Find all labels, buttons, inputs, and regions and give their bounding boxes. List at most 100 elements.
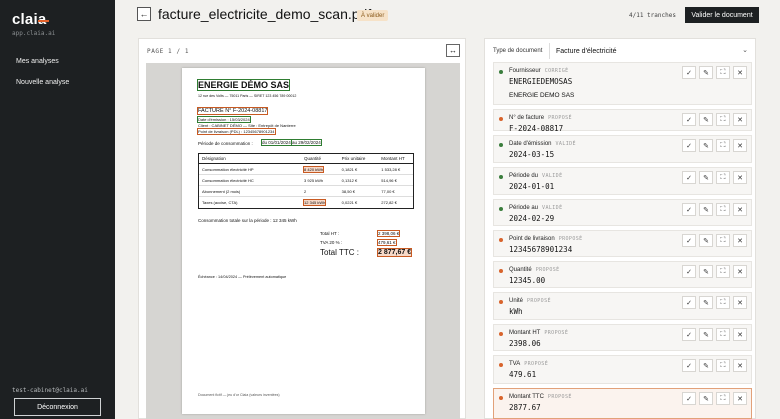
pdf-period-to[interactable]: au 29/02/2024 [291,139,322,146]
pdf-issue-date[interactable]: Date d'émission : 15/03/2024 [197,116,251,123]
pdf-cell: 0,1312 € [341,177,358,183]
field-card[interactable]: N° de facture PROPOSÉ F-2024-08817 ✓ ✎ ⛶ ✕ [493,109,752,133]
table-row: Consommation électricité HC 3 925 kWh 0,… [199,175,413,186]
pdf-canvas[interactable]: ENERGIE DÉMO SAS 12 rue des Volts — 7501… [146,63,460,419]
logout-button[interactable]: Déconnexion [14,398,101,416]
field-status-dot [499,332,503,336]
field-label: Date d'émission [509,141,552,147]
reject-button[interactable]: ✕ [733,359,747,372]
field-card[interactable]: Montant HT PROPOSÉ 2398.06 ✓ ✎ ⛶ ✕ [493,324,752,351]
back-button[interactable]: ← [137,7,151,21]
reject-button[interactable]: ✕ [733,392,747,405]
field-card[interactable]: Date d'émission VALIDÉ 2024-03-15 ✓ ✎ ⛶ ✕ [493,135,752,163]
locate-button[interactable]: ⛶ [716,203,730,216]
locate-button[interactable]: ⛶ [716,234,730,247]
field-card[interactable]: Quantité PROPOSÉ 12345.00 ✓ ✎ ⛶ ✕ [493,261,752,288]
locate-button[interactable]: ⛶ [716,139,730,152]
table-row: Consommation électricité HP 8 420 kWh 0,… [199,164,413,175]
pdf-total-ttc[interactable]: 2 877,67 € [376,248,413,257]
check-icon: ✓ [686,174,692,182]
pdf-page[interactable]: ENERGIE DÉMO SAS 12 rue des Volts — 7501… [182,68,425,414]
reject-button[interactable]: ✕ [733,234,747,247]
accept-button[interactable]: ✓ [682,265,696,278]
sidebar-item-nouvelle-analyse[interactable]: Nouvelle analyse [16,79,69,86]
accept-button[interactable]: ✓ [682,328,696,341]
accept-button[interactable]: ✓ [682,359,696,372]
field-card[interactable]: TVA PROPOSÉ 479.61 ✓ ✎ ⛶ ✕ [493,355,752,384]
pencil-icon: ✎ [703,395,709,403]
reject-button[interactable]: ✕ [733,265,747,278]
accept-button[interactable]: ✓ [682,392,696,405]
accept-button[interactable]: ✓ [682,234,696,247]
field-card[interactable]: Période du VALIDÉ 2024-01-01 ✓ ✎ ⛶ ✕ [493,167,752,195]
reject-button[interactable]: ✕ [733,296,747,309]
edit-button[interactable]: ✎ [699,296,713,309]
accept-button[interactable]: ✓ [682,203,696,216]
reject-button[interactable]: ✕ [733,203,747,216]
reject-button[interactable]: ✕ [733,171,747,184]
close-icon: ✕ [737,237,743,245]
reject-button[interactable]: ✕ [733,66,747,79]
pdf-total-ht[interactable]: 2 398,06 € [376,230,401,237]
pdf-company[interactable]: ENERGIE DÉMO SAS [196,79,291,91]
field-label: Unité [509,298,524,304]
pdf-cell-highlighted[interactable]: 8 420 kWh [303,165,325,173]
field-card[interactable]: Période au VALIDÉ 2024-02-29 ✓ ✎ ⛶ ✕ [493,199,752,226]
field-status-dot [499,300,503,304]
pdf-period-label: Période de consommation : [198,141,253,146]
accept-button[interactable]: ✓ [682,113,696,126]
pdf-tva[interactable]: 479,61 € [377,239,397,246]
doc-type-select[interactable]: Facture d'électricité ⌄ [549,43,752,59]
accept-button[interactable]: ✓ [682,296,696,309]
logo-accent-bar [38,20,49,22]
locate-button[interactable]: ⛶ [716,392,730,405]
check-icon: ✓ [686,237,692,245]
locate-button[interactable]: ⛶ [716,296,730,309]
locate-button[interactable]: ⛶ [716,328,730,341]
field-name: N° de facture PROPOSÉ [509,115,572,121]
reject-button[interactable]: ✕ [733,139,747,152]
check-icon: ✓ [686,268,692,276]
crop-icon: ⛶ [720,173,726,181]
field-card[interactable]: Fournisseur CORRIGÉ ENERGIEDEMOSAS ENERGIE … [493,62,752,105]
accept-button[interactable]: ✓ [682,139,696,152]
reject-button[interactable]: ✕ [733,328,747,341]
edit-button[interactable]: ✎ [699,392,713,405]
reject-button[interactable]: ✕ [733,113,747,126]
locate-button[interactable]: ⛶ [716,66,730,79]
accept-button[interactable]: ✓ [682,66,696,79]
edit-button[interactable]: ✎ [699,203,713,216]
edit-button[interactable]: ✎ [699,359,713,372]
field-card[interactable]: Point de livraison PROPOSÉ 12345678901234 ✓… [493,230,752,257]
field-card[interactable]: Unité PROPOSÉ kWh ✓ ✎ ⛶ ✕ [493,292,752,320]
edit-button[interactable]: ✎ [699,234,713,247]
pdf-delivery-point[interactable]: Point de livraison (PDL) : 1234567890123… [197,128,276,135]
edit-button[interactable]: ✎ [699,171,713,184]
pdf-period-from[interactable]: du 01/01/2024 [261,139,292,146]
edit-button[interactable]: ✎ [699,265,713,278]
locate-button[interactable]: ⛶ [716,171,730,184]
edit-button[interactable]: ✎ [699,113,713,126]
field-state: PROPOSÉ [558,236,583,242]
locate-button[interactable]: ⛶ [716,359,730,372]
arrow-left-icon: ← [139,9,149,19]
validate-document-button[interactable]: Valider le document [685,7,759,23]
pencil-icon: ✎ [703,142,709,150]
pdf-cell-highlighted[interactable]: 12 345 kWh [303,199,327,206]
close-icon: ✕ [737,362,743,370]
pdf-header-amount: Montant HT [381,156,405,161]
accept-button[interactable]: ✓ [682,171,696,184]
edit-button[interactable]: ✎ [699,328,713,341]
pdf-total-ttc-label: Total TTC : [320,248,359,257]
pencil-icon: ✎ [703,116,709,124]
field-name: Date d'émission VALIDÉ [509,141,576,147]
field-card[interactable]: Montant TTC PROPOSÉ 2877.67 ✓ ✎ ⛶ ✕ [493,388,752,419]
locate-button[interactable]: ⛶ [716,265,730,278]
sidebar-item-mes-analyses[interactable]: Mes analyses [16,58,59,65]
edit-button[interactable]: ✎ [699,66,713,79]
edit-button[interactable]: ✎ [699,139,713,152]
pdf-invoice-number[interactable]: FACTURE N° F-2024-08817 [196,107,269,115]
field-name: Période au VALIDÉ [509,205,563,211]
expand-button[interactable]: ↔ [446,44,460,57]
locate-button[interactable]: ⛶ [716,113,730,126]
